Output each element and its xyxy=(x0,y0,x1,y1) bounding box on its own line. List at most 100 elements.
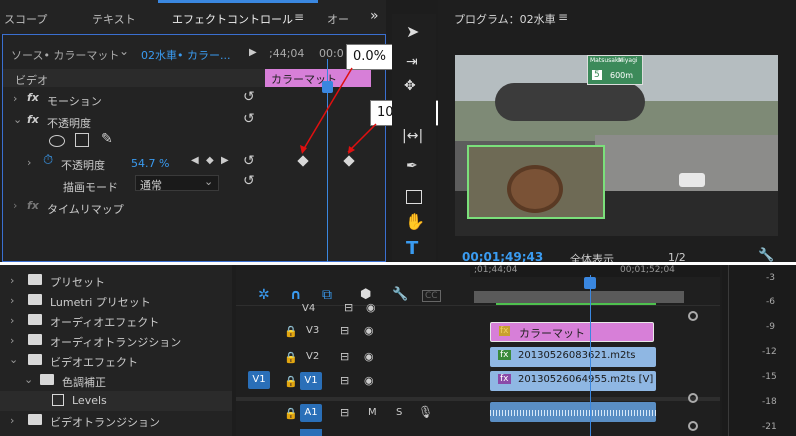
effects-item-video-effects[interactable]: ⌄ ビデオエフェクト xyxy=(0,351,232,371)
track-header-v4: V4 ⊟ ◉ xyxy=(236,301,486,317)
timeline-panel: ✲ ∩ ⧉ ⬢ 🔧 CC ;01;44;04 00;01;52;04 V4 ⊟ … xyxy=(236,265,720,436)
clip-label: 20130526064955.m2ts [V] xyxy=(518,374,654,385)
clip-a1-audio[interactable] xyxy=(490,402,656,422)
folder-icon xyxy=(28,294,42,305)
clip-v1[interactable]: fx 20130526064955.m2ts [V] xyxy=(490,371,656,391)
sync-lock-icon[interactable]: ⊟ xyxy=(340,406,349,419)
lock-icon[interactable]: 🔒 xyxy=(284,407,298,420)
wrench-icon[interactable]: 🔧 xyxy=(758,248,774,263)
fx-badge-icon: fx xyxy=(499,326,510,336)
sync-lock-icon[interactable]: ⊟ xyxy=(340,350,349,363)
effects-item-label: プリセット xyxy=(50,276,105,289)
rectangle-tool-icon[interactable] xyxy=(406,190,422,204)
fx-badge-icon: fx xyxy=(498,350,511,360)
chevron-right-icon: › xyxy=(10,334,15,347)
sync-lock-icon[interactable]: ⊟ xyxy=(340,324,349,337)
folder-icon xyxy=(28,334,42,345)
folder-icon xyxy=(28,314,42,325)
premiere-window: スコープ テキスト エフェクトコントロール ≡ オー » ソース• カラーマット… xyxy=(0,0,796,436)
ruler-time-right: 00;01;52;04 xyxy=(620,265,675,275)
hand-tool-icon[interactable]: ✋ xyxy=(405,212,425,231)
program-video-frame: Matsusaka Miyagi 5 600m xyxy=(455,55,778,236)
solo-button[interactable]: S xyxy=(396,407,402,418)
snap-icon[interactable]: ✲ xyxy=(258,287,270,303)
clip-v3-color-matte[interactable]: fx カラーマット xyxy=(490,322,654,342)
vertical-scroll-knob[interactable] xyxy=(688,393,698,403)
meter-label: -9 xyxy=(766,322,775,332)
eye-icon[interactable]: ◉ xyxy=(364,350,374,363)
effects-item-audio-effects[interactable]: › オーディオエフェクト xyxy=(0,311,232,331)
tools-panel: ➤ ⇥ ✥ |↔| ✒ ✋ T xyxy=(392,14,436,264)
sync-lock-icon[interactable]: ⊟ xyxy=(344,301,353,314)
eye-icon[interactable]: ◉ xyxy=(364,324,374,337)
chevron-down-icon: ⌄ xyxy=(24,373,34,386)
effects-item-label: オーディオトランジション xyxy=(50,336,182,349)
captions-icon[interactable]: CC xyxy=(422,290,441,302)
effects-item-audio-transitions[interactable]: › オーディオトランジション xyxy=(0,331,232,351)
video-audio-divider xyxy=(236,397,720,401)
add-marker-icon[interactable]: ⬢ xyxy=(360,287,371,302)
lock-icon[interactable]: 🔒 xyxy=(284,375,298,388)
vertical-scroll-knob[interactable] xyxy=(688,311,698,321)
track-target-a2[interactable] xyxy=(300,429,322,436)
eye-icon[interactable]: ◉ xyxy=(366,301,376,314)
sign-distance: 600m xyxy=(610,71,634,80)
lock-icon[interactable]: 🔒 xyxy=(284,351,298,364)
clip-v2[interactable]: fx 20130526083621.m2ts xyxy=(490,347,656,367)
timeline-playhead[interactable] xyxy=(590,275,591,436)
program-title[interactable]: プログラム：02水車 xyxy=(454,11,556,27)
chevron-right-icon: › xyxy=(10,294,15,307)
work-area-bar[interactable] xyxy=(474,291,684,303)
track-name-v4: V4 xyxy=(302,303,316,314)
type-tool-icon[interactable]: T xyxy=(406,238,418,259)
effects-item-presets[interactable]: › プリセット xyxy=(0,271,232,291)
meter-line xyxy=(728,265,729,436)
meter-label: -18 xyxy=(762,397,777,407)
track-select-icon[interactable]: ⇥ xyxy=(406,54,418,70)
settings-wrench-icon[interactable]: 🔧 xyxy=(392,287,408,302)
folder-icon xyxy=(40,374,54,385)
effects-panel: › プリセット › Lumetri プリセット › オーディオエフェクト › オ… xyxy=(0,265,232,436)
waterwheel xyxy=(507,165,563,213)
bottom-section: › プリセット › Lumetri プリセット › オーディオエフェクト › オ… xyxy=(0,265,796,436)
track-target-v1[interactable]: V1 xyxy=(300,372,322,390)
program-menu-icon[interactable]: ≡ xyxy=(558,10,568,24)
eye-icon[interactable]: ◉ xyxy=(364,374,374,387)
meter-label: -12 xyxy=(762,347,777,357)
chevron-right-icon: › xyxy=(10,414,15,427)
effects-item-label: ビデオトランジション xyxy=(50,416,160,429)
track-target-a1[interactable]: A1 xyxy=(300,404,322,422)
track-header-v1: 🔒 V1 ⊟ ◉ xyxy=(236,371,486,393)
track-area: V4 ⊟ ◉ 🔒 V3 ⊟ ◉ fx カラーマット 🔒 V2 ⊟ ◉ fx 20… xyxy=(236,301,720,436)
sync-lock-icon[interactable]: ⊟ xyxy=(340,374,349,387)
rearview-mirror xyxy=(495,83,645,121)
meter-label: -21 xyxy=(762,422,777,432)
sign-number: 5 xyxy=(592,70,602,80)
lock-icon[interactable]: 🔒 xyxy=(284,325,298,338)
track-name-v3: V3 xyxy=(306,325,320,336)
time-ruler[interactable]: ;01;44;04 00;01;52;04 xyxy=(470,265,720,277)
magnet-icon[interactable]: ∩ xyxy=(290,287,301,303)
track-header-v2: 🔒 V2 ⊟ ◉ xyxy=(236,347,486,369)
chevron-down-icon: ⌄ xyxy=(9,353,19,366)
slip-tool-icon[interactable]: |↔| xyxy=(402,128,423,144)
effects-item-levels[interactable]: Levels xyxy=(0,391,232,411)
effects-item-color-correction[interactable]: ⌄ 色調補正 xyxy=(0,371,232,391)
linked-selection-icon[interactable]: ⧉ xyxy=(322,287,332,303)
folder-icon xyxy=(28,274,42,285)
ruler-time-left: ;01;44;04 xyxy=(474,265,518,275)
picture-in-picture-overlay[interactable] xyxy=(467,145,605,219)
effects-item-video-transitions[interactable]: › ビデオトランジション xyxy=(0,411,232,431)
vertical-scroll-knob[interactable] xyxy=(688,421,698,431)
timeline-playhead-handle[interactable] xyxy=(584,277,596,289)
mute-button[interactable]: M xyxy=(368,407,377,418)
chevron-right-icon: › xyxy=(10,274,15,287)
ripple-edit-icon[interactable]: ✥ xyxy=(404,78,416,94)
selection-tool-icon[interactable]: ➤ xyxy=(406,22,419,41)
folder-icon xyxy=(28,414,42,425)
effect-preset-icon xyxy=(52,394,64,406)
effects-item-lumetri[interactable]: › Lumetri プリセット xyxy=(0,291,232,311)
top-section: スコープ テキスト エフェクトコントロール ≡ オー » ソース• カラーマット… xyxy=(0,0,796,266)
microphone-icon[interactable]: 🎙 xyxy=(418,405,433,419)
pen-tool-icon[interactable]: ✒ xyxy=(406,158,418,174)
